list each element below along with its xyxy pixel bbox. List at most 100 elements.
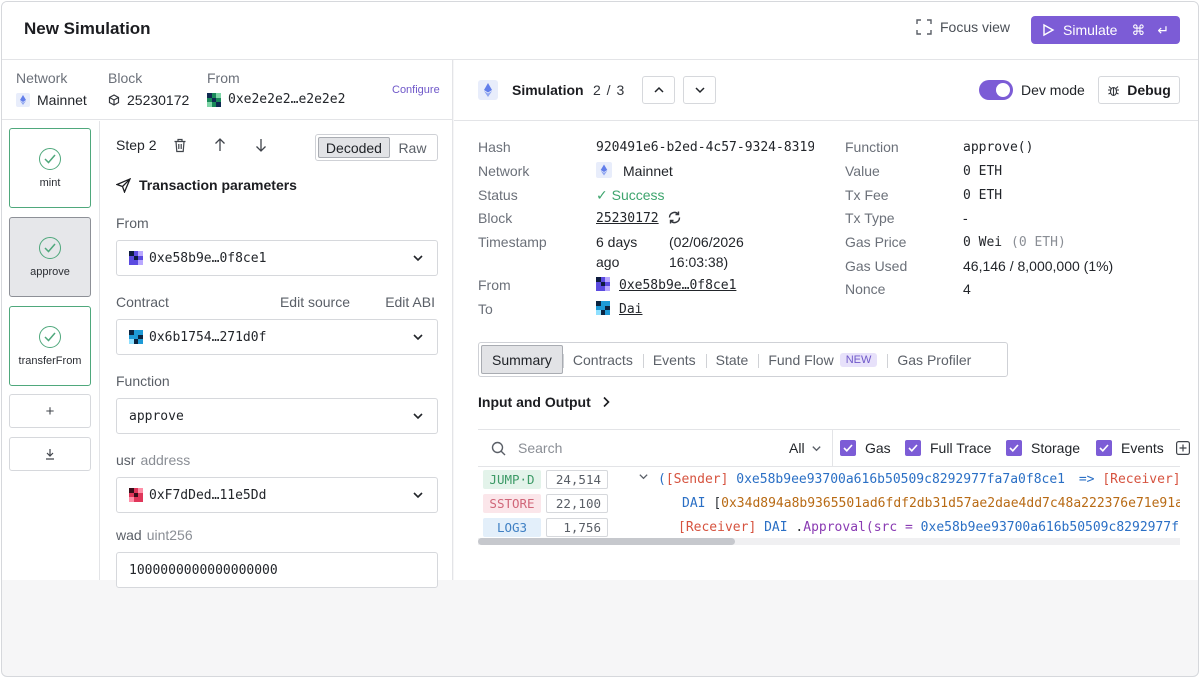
opcode-badge: LOG3	[483, 517, 541, 537]
debug-button[interactable]: Debug	[1098, 76, 1180, 104]
tx-fee-label: Tx Fee	[845, 187, 889, 203]
collapse-chevron-icon[interactable]	[638, 471, 649, 482]
move-down-icon[interactable]	[255, 138, 267, 152]
edit-source-link[interactable]: Edit source	[280, 294, 350, 310]
raw-tab[interactable]: Raw	[390, 137, 435, 158]
events-checkbox[interactable]: Events	[1096, 440, 1164, 456]
trace-search[interactable]: Search	[491, 440, 562, 456]
expand-icon[interactable]	[1176, 441, 1190, 455]
ethereum-icon	[16, 93, 30, 107]
trace-call: ([Sender] 0xe58b9ee93700a616b50509c82929…	[658, 471, 1180, 487]
address-avatar-icon	[596, 277, 610, 291]
from-address-link[interactable]: 0xe58b9e…0f8ce1	[619, 278, 736, 293]
refresh-icon[interactable]	[667, 210, 682, 225]
step-card-mint[interactable]: mint	[9, 128, 91, 208]
simulate-button[interactable]: Simulate ⌘ ↵	[1031, 16, 1180, 44]
ethereum-icon	[478, 80, 498, 100]
dev-mode-toggle[interactable]	[979, 80, 1013, 100]
tx-params-label: Transaction parameters	[139, 177, 297, 193]
horizontal-scrollbar[interactable]	[478, 538, 1180, 545]
detail-tabs: Summary Contracts Events State Fund Flow…	[478, 342, 1008, 377]
new-badge: NEW	[839, 352, 878, 367]
wad-input-value: 1000000000000000000	[129, 562, 278, 578]
usr-name: usr	[116, 452, 136, 468]
timestamp-absolute-2: 16:03:38)	[669, 254, 729, 270]
to-label: To	[478, 301, 493, 317]
simulation-bar: Simulation 2 / 3 Dev mode Debug	[454, 60, 1198, 121]
bracket: [	[713, 495, 722, 511]
step-card-transferfrom[interactable]: transferFrom	[9, 306, 91, 386]
decoded-raw-toggle: Decoded Raw	[315, 134, 438, 161]
sender-tag: [Sender]	[665, 471, 729, 487]
bug-icon	[1107, 84, 1120, 97]
scrollbar-thumb[interactable]	[478, 538, 735, 545]
address-avatar-icon	[207, 92, 221, 107]
fund-flow-label: Fund Flow	[768, 351, 834, 368]
to-contract-link[interactable]: Dai	[619, 302, 642, 317]
tab-gas-profiler[interactable]: Gas Profiler	[887, 345, 981, 374]
trace-filter-select[interactable]: All	[789, 440, 822, 456]
ethereum-icon	[596, 162, 612, 178]
trace-row[interactable]: SSTORE 22,100 DAI [0x34d894a8b9365501ad6…	[478, 492, 1180, 514]
hash-label: Hash	[478, 139, 511, 155]
gas-value: 24,514	[546, 469, 608, 489]
tab-summary[interactable]: Summary	[481, 345, 563, 374]
full-trace-checkbox[interactable]: Full Trace	[905, 440, 991, 456]
status-label: Status	[478, 187, 518, 203]
gas-price-label: Gas Price	[845, 234, 907, 250]
input-output-toggle[interactable]: Input and Output	[478, 394, 611, 410]
search-icon	[491, 441, 506, 456]
src-address[interactable]: 0xe58b9ee93700a616b50509c8292977f	[921, 520, 1179, 535]
sender-address[interactable]: 0xe58b9ee93700a616b50509c8292977fa7a0f8c…	[736, 472, 1065, 487]
check-icon	[39, 325, 61, 348]
decoded-tab[interactable]: Decoded	[318, 137, 390, 158]
event-args: (src =	[865, 519, 921, 535]
tab-state[interactable]: State	[705, 345, 759, 374]
gas-price-eth: (0 ETH)	[1011, 235, 1066, 250]
trash-icon[interactable]	[173, 138, 187, 153]
gas-checkbox-label: Gas	[865, 440, 891, 456]
storage-slot: 0x34d894a8b9365501ad6fdf2db31d57ae2dae4d…	[721, 495, 1180, 511]
block-value: 25230172	[127, 92, 190, 108]
step-toolbar: Step 2	[116, 137, 267, 153]
trace-row[interactable]: LOG3 1,756 [Receiver] DAI .Approval(src …	[478, 516, 1180, 538]
tab-fund-flow[interactable]: Fund Flow NEW	[758, 345, 887, 374]
chevron-down-icon	[811, 443, 822, 454]
from-label: From	[478, 277, 511, 293]
contract-field-label: Contract	[116, 294, 169, 310]
from-select[interactable]: 0xe58b9e…0f8ce1	[116, 240, 438, 276]
contract-name: DAI	[682, 495, 706, 511]
tab-events[interactable]: Events	[642, 345, 706, 374]
gas-checkbox[interactable]: Gas	[840, 440, 891, 456]
focus-view-button[interactable]: Focus view	[916, 19, 1010, 35]
tx-type-label: Tx Type	[845, 210, 895, 226]
usr-select[interactable]: 0xF7dDed…11e5Dd	[116, 477, 438, 513]
storage-checkbox[interactable]: Storage	[1006, 440, 1080, 456]
status-value: ✓ Success	[596, 187, 665, 203]
contract-select[interactable]: 0x6b1754…271d0f	[116, 319, 438, 355]
chevron-down-icon	[412, 331, 424, 343]
move-up-icon[interactable]	[214, 138, 226, 152]
from-select-value: 0xe58b9e…0f8ce1	[149, 250, 267, 266]
gas-used-value: 46,146 / 8,000,000 (1%)	[963, 258, 1114, 274]
next-simulation-button[interactable]	[683, 76, 716, 104]
step-card-approve[interactable]: approve	[9, 217, 91, 297]
block-link[interactable]: 25230172	[596, 211, 659, 226]
wad-field-label: wad uint256	[116, 527, 193, 543]
trace-event: [Receiver] DAI .Approval(src = 0xe58b9ee…	[678, 520, 1179, 535]
download-button[interactable]	[9, 437, 91, 471]
tab-contracts[interactable]: Contracts	[562, 345, 643, 374]
configure-link[interactable]: Configure	[392, 84, 440, 96]
wad-input[interactable]: 1000000000000000000	[116, 552, 438, 588]
edit-abi-link[interactable]: Edit ABI	[385, 294, 435, 310]
checkbox-checked-icon	[840, 440, 856, 456]
divider	[832, 430, 833, 467]
chevron-up-icon	[653, 84, 665, 96]
prev-simulation-button[interactable]	[642, 76, 675, 104]
usr-field-label: usr address	[116, 452, 190, 468]
trace-row[interactable]: JUMP·D 24,514 ([Sender] 0xe58b9ee93700a6…	[478, 468, 1180, 490]
add-step-button[interactable]: +	[9, 394, 91, 428]
function-select-value: approve	[129, 408, 184, 424]
chevron-down-icon	[412, 410, 424, 422]
function-select[interactable]: approve	[116, 398, 438, 434]
